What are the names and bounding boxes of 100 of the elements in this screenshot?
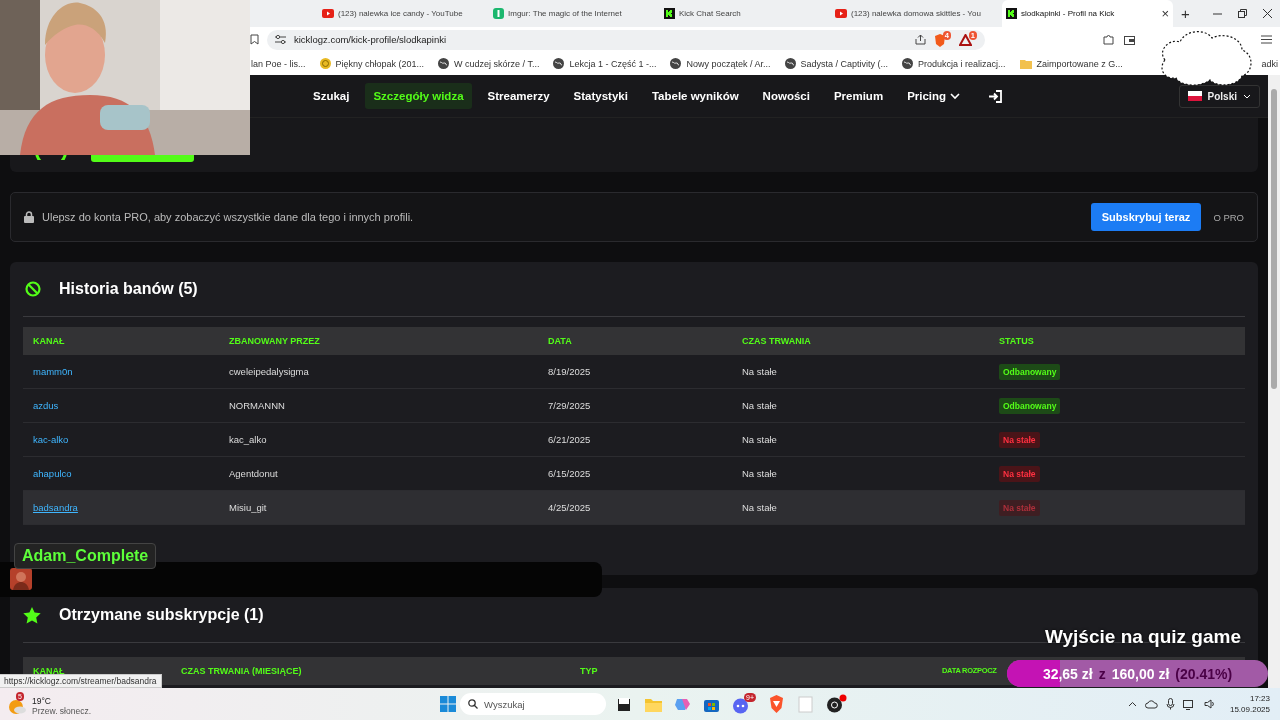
banner-text: Ulepsz do konta PRO, aby zobaczyć wszystkie dane dla tego i innych profili. [42,211,414,223]
microphone-icon[interactable] [1165,698,1175,710]
table-cell-text: NORMANNN [229,400,286,411]
network-icon[interactable] [1182,698,1196,710]
channel-link[interactable]: ahapulco [33,468,72,479]
table-cell-text: Na stałe [742,434,778,445]
cloud-icon[interactable] [1144,699,1158,709]
nav-tab[interactable]: Szczegóły widza [365,83,472,109]
wallet-icon[interactable] [1124,34,1135,45]
column-header: KANAŁ [33,336,66,346]
browser-tab[interactable]: Imgur: The magic of the Internet [489,0,660,27]
weather-icon[interactable] [8,698,26,714]
avatar-icon [10,568,32,590]
chevron-down-icon[interactable] [950,92,961,100]
goal-separator: z [1098,665,1106,682]
channel-link[interactable]: azdus [33,400,59,411]
nav-tab[interactable]: Nowości [754,83,818,109]
table-cell-text: kac_alko [229,434,268,445]
status-badge: Na stałe [999,500,1040,516]
globe-icon [902,58,914,69]
search-icon [468,699,478,709]
share-icon[interactable] [915,34,926,45]
table-cell-text: 6/21/2025 [548,434,592,445]
bookmark-item[interactable]: Lekcja 1 - Część 1 -... [553,58,657,69]
status-badge: Odbanowany [999,398,1061,414]
goal-percent: (20.41%) [1175,665,1233,682]
pro-link[interactable]: O PRO [1213,211,1244,223]
scrollbar[interactable] [1268,75,1280,688]
tune-icon[interactable] [275,35,286,44]
goal-title: Wyjście na quiz game [1044,626,1241,648]
menu-icon[interactable] [1261,35,1272,44]
channel-link[interactable]: badsandra [33,502,78,513]
nav-tab[interactable]: Tabele wyników [643,83,747,109]
lock-icon [24,211,34,223]
bookmark-item[interactable]: Piękny chłopak (201... [319,58,425,69]
bookmark-item[interactable]: lan Poe - lis... [251,58,306,69]
goal-target: 160,00 zł [1111,665,1170,682]
channel-link[interactable]: mamm0n [33,366,73,377]
goal-amount: 32,65 zł [1042,665,1093,682]
browser-tab[interactable]: Kick Chat Search [660,0,831,27]
windows-start-icon[interactable] [440,696,456,712]
browser-tab[interactable]: (123) nalewka ice candy - YouTube [318,0,489,27]
weather-text: Przew. słonecz. [32,706,92,716]
restore-icon[interactable] [1238,9,1247,18]
nav-tab[interactable]: Szukaj [305,83,358,109]
nav-tab[interactable]: Statystyki [565,83,636,109]
section-title: Otrzymane subskrypcje (1) [59,606,264,624]
status-badge: Na stałe [999,432,1040,448]
channel-link[interactable]: kac-alko [33,434,69,445]
language-selector[interactable]: Polski [1178,84,1260,108]
column-header: CZAS TRWANIA (MIESIĄCE) [181,666,303,676]
table-cell-text: 8/19/2025 [548,366,592,377]
bookmark-item[interactable]: Sadysta / Captivity (... [784,58,889,69]
clock[interactable]: 17:23 15.09.2025 [1229,693,1270,715]
status-url: https://kicklogz.com/streamer/badsandra [0,674,162,688]
ban-icon [25,281,41,297]
nav-tab[interactable]: Premium [825,83,892,109]
chevron-up-icon[interactable] [1127,701,1137,707]
imgur-icon [493,8,504,19]
star-icon [23,606,41,624]
search-field[interactable]: Wyszukaj [460,693,606,715]
table-cell-text: Agentdonut [229,468,279,479]
column-header: ZBANOWANY PRZEZ [229,336,321,346]
lion-shield-icon[interactable] [768,695,785,713]
nav-tab[interactable]: Pricing [899,83,969,109]
chat-username: Adam_Complete [14,543,157,569]
bookmark-icon[interactable] [250,34,259,45]
globe-icon [438,58,450,69]
column-header: KANAŁ [33,666,66,676]
close-icon[interactable] [1263,9,1272,18]
column-header: STATUS [999,336,1035,346]
browser-tab[interactable]: slodkapinki - Profil na Kick × [1002,0,1173,27]
login-icon[interactable] [988,89,1003,103]
chevron-down-icon[interactable] [1243,93,1251,99]
window-icon[interactable] [616,695,633,713]
table-cell-text: 6/15/2025 [548,468,592,479]
section-title: Historia banów (5) [59,280,198,298]
puzzle-icon[interactable] [1103,34,1114,45]
folder-icon [1019,58,1032,69]
bookmark-item[interactable]: Zaimportowane z G... [1019,58,1123,69]
column-header: DATA [548,336,573,346]
table-cell-text: Na stałe [742,468,778,479]
play-icon [835,9,847,18]
bookmark-item[interactable]: adki [1261,58,1280,69]
play-icon [322,9,334,18]
speaker-icon[interactable] [1203,699,1216,709]
bookmark-item[interactable]: W cudzej skórze / T... [438,58,540,69]
new-tab-button[interactable]: + [1181,5,1190,22]
bookmark-item[interactable]: Nowy początek / Ar... [670,58,771,69]
globe-icon [670,58,682,69]
bookmark-item[interactable]: Produkcja i realizacj... [902,58,1006,69]
kick-logo-icon [664,8,675,19]
camera-app-icon[interactable] [826,694,848,714]
browser-tab[interactable]: (123) nalewka domowa skittles - You [831,0,1002,27]
close-tab-button[interactable]: × [1161,6,1169,21]
column-header: CZAS TRWANIA [742,336,812,346]
subscribe-button[interactable]: Subskrybuj teraz [1090,203,1202,231]
globe-icon [784,58,796,69]
nav-tab[interactable]: Streamerzy [479,83,558,109]
status-badge: Na stałe [999,466,1040,482]
